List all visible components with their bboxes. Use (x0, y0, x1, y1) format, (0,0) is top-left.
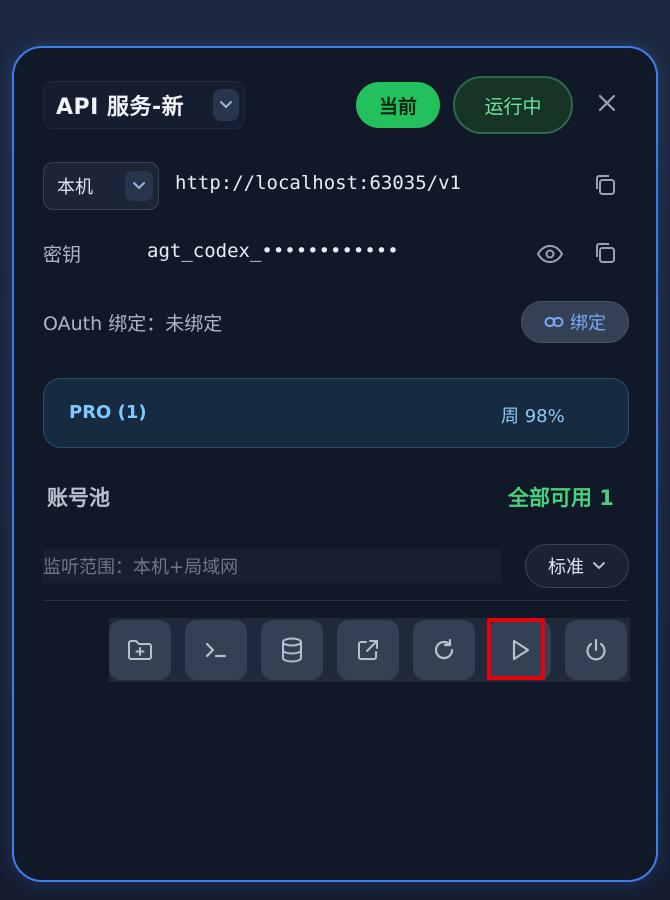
key-value: agt_codex_•••••••••••• (147, 240, 399, 262)
copy-url-icon[interactable] (590, 170, 620, 200)
chevron-down-icon[interactable] (125, 171, 153, 201)
bind-button[interactable]: 绑定 (521, 301, 629, 343)
copy-key-icon[interactable] (590, 238, 620, 268)
play-icon (507, 637, 533, 663)
mode-select-label: 标准 (548, 557, 584, 578)
power-button[interactable] (565, 620, 627, 680)
account-pool-label: 账号池 (47, 486, 110, 510)
folder-plus-icon (126, 638, 154, 662)
start-button[interactable] (489, 620, 551, 680)
power-icon (583, 637, 609, 663)
key-label: 密钥 (43, 244, 82, 266)
refresh-icon (431, 637, 457, 663)
listen-scope: 监听范围：本机+局域网 (43, 549, 501, 583)
link-icon (544, 315, 564, 329)
plan-label: PRO (1) (69, 402, 147, 423)
host-select-label: 本机 (57, 177, 93, 198)
chevron-down-icon (592, 561, 606, 571)
database-button[interactable] (261, 620, 323, 680)
host-select[interactable]: 本机 (43, 162, 159, 210)
chevron-down-icon[interactable] (213, 89, 239, 121)
close-icon[interactable] (594, 90, 620, 116)
service-name: API 服务-新 (56, 95, 185, 120)
service-select[interactable]: API 服务-新 (43, 81, 245, 129)
oauth-status: OAuth 绑定：未绑定 (43, 313, 223, 335)
account-pool-status: 全部可用 1 (508, 486, 614, 510)
open-external-button[interactable] (337, 620, 399, 680)
database-icon (279, 636, 305, 664)
external-link-icon (355, 637, 381, 663)
endpoint-url: http://localhost:63035/v1 (175, 172, 461, 194)
bind-button-label: 绑定 (570, 313, 606, 334)
refresh-button[interactable] (413, 620, 475, 680)
divider (43, 600, 629, 601)
weekly-usage: 周 98% (501, 406, 565, 427)
terminal-icon (202, 638, 230, 662)
current-badge: 当前 (356, 82, 440, 128)
add-folder-button[interactable] (109, 620, 171, 680)
mode-select[interactable]: 标准 (525, 544, 629, 588)
eye-icon[interactable] (535, 239, 565, 269)
action-toolbar (109, 618, 630, 682)
service-panel: API 服务-新 当前 运行中 本机 http://localhost:6303… (12, 46, 658, 882)
running-status-badge: 运行中 (453, 76, 573, 134)
terminal-button[interactable] (185, 620, 247, 680)
plan-usage-bar: PRO (1) 周 98% (43, 378, 629, 448)
